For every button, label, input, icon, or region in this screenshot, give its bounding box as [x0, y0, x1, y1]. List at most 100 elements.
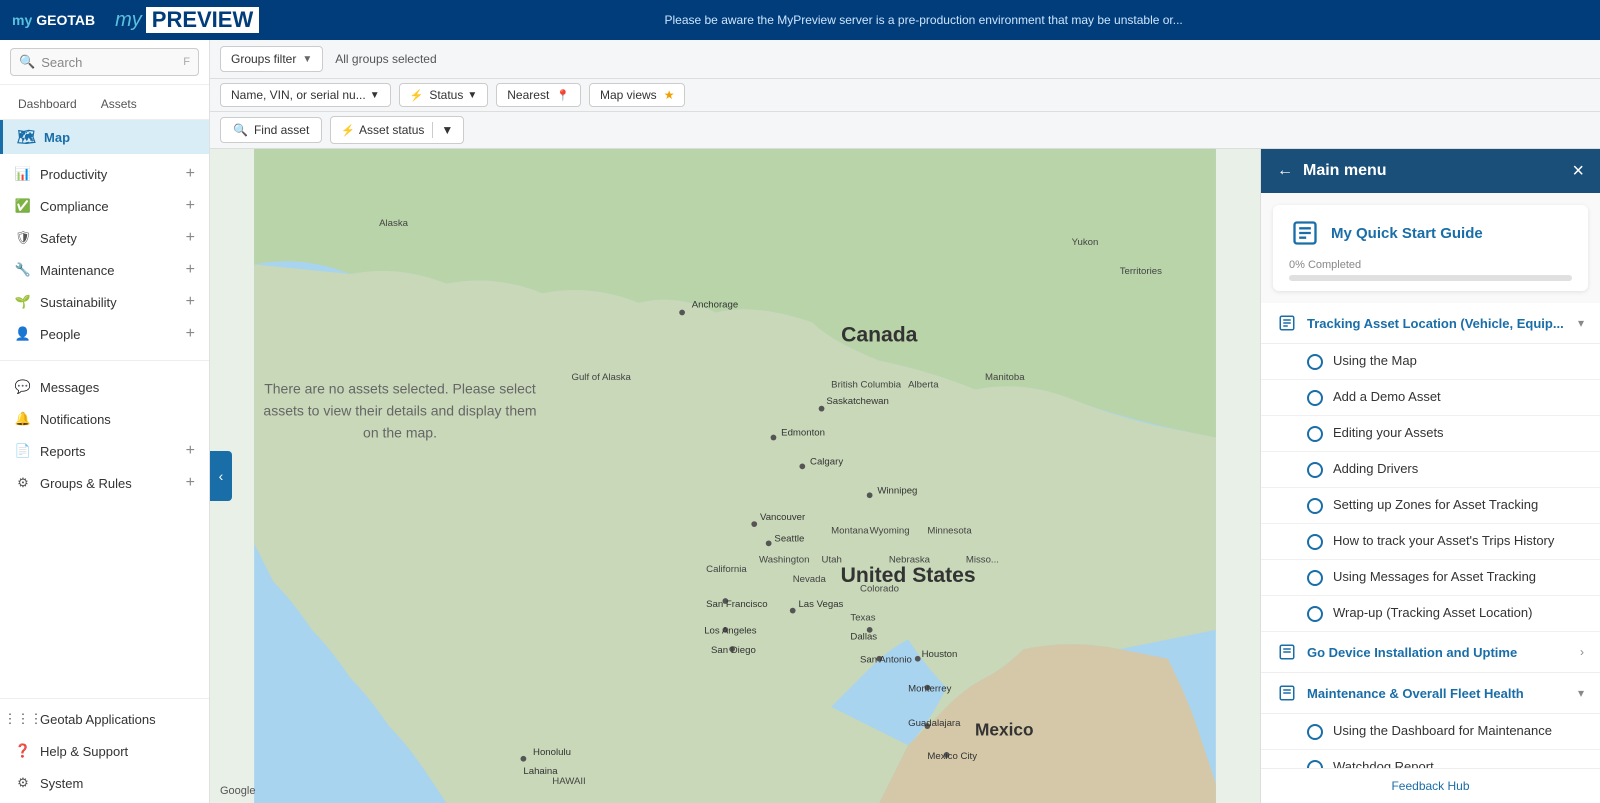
panel-back-button[interactable]: ← [1277, 162, 1293, 180]
sub-item-dashboard-maint[interactable]: Using the Dashboard for Maintenance [1261, 714, 1600, 750]
sub-item-watchdog[interactable]: Watchdog Report The watchdog report help… [1261, 750, 1600, 768]
status-caret: ▼ [467, 90, 477, 101]
sidebar-maintenance-label: Maintenance [40, 263, 178, 278]
sub-item-editing-assets[interactable]: Editing your Assets [1261, 416, 1600, 452]
feedback-hub[interactable]: Feedback Hub [1261, 768, 1600, 803]
sidebar-item-geotab-apps[interactable]: ⋮⋮⋮ Geotab Applications [0, 703, 209, 735]
map-toggle-button[interactable]: ‹ [210, 451, 232, 501]
sidebar-item-notifications[interactable]: 🔔 Notifications [0, 403, 209, 435]
sidebar-item-safety[interactable]: 🛡 Safety + [0, 222, 209, 254]
find-asset-label: Find asset [254, 123, 309, 137]
sub-item-trips-label: How to track your Asset's Trips History [1333, 533, 1554, 548]
help-icon: ❓ [14, 743, 32, 759]
sub-item-using-map[interactable]: Using the Map [1261, 344, 1600, 380]
sub-item-zones[interactable]: Setting up Zones for Asset Tracking [1261, 488, 1600, 524]
sub-item-messages-tracking[interactable]: Using Messages for Asset Tracking [1261, 560, 1600, 596]
sub-item-zones-label: Setting up Zones for Asset Tracking [1333, 497, 1538, 512]
svg-text:San Francisco: San Francisco [706, 599, 767, 610]
nearest-icon: 📍 [556, 89, 570, 102]
tab-dashboard[interactable]: Dashboard [8, 91, 87, 119]
maintenance-plus[interactable]: + [186, 262, 195, 278]
map-no-assets-message: There are no assets selected. Please sel… [260, 377, 540, 444]
sub-item-circle-m1 [1307, 724, 1323, 740]
sidebar-item-system[interactable]: ⚙ System [0, 767, 209, 799]
people-plus[interactable]: + [186, 326, 195, 342]
sub-item-add-demo[interactable]: Add a Demo Asset [1261, 380, 1600, 416]
svg-text:Winnipeg: Winnipeg [877, 485, 917, 496]
tracking-chevron: ▾ [1578, 316, 1584, 330]
sub-item-adding-drivers[interactable]: Adding Drivers [1261, 452, 1600, 488]
svg-text:Edmonton: Edmonton [781, 428, 825, 439]
svg-text:Manitoba: Manitoba [985, 372, 1025, 383]
sidebar-groups-label: Groups & Rules [40, 476, 178, 491]
right-panel: ← Main menu × [1260, 149, 1600, 803]
svg-text:Calgary: Calgary [810, 456, 843, 467]
svg-text:Nevada: Nevada [793, 574, 827, 585]
sub-item-using-map-label: Using the Map [1333, 353, 1417, 368]
svg-text:Colorado: Colorado [860, 583, 899, 594]
nearest-filter-button[interactable]: Nearest 📍 [496, 83, 581, 107]
sidebar-item-messages[interactable]: 💬 Messages [0, 371, 209, 403]
sustainability-plus[interactable]: + [186, 294, 195, 310]
sidebar-item-groups-rules[interactable]: ⚙ Groups & Rules + [0, 467, 209, 499]
reports-plus[interactable]: + [186, 443, 195, 459]
panel-header-left: ← Main menu [1277, 162, 1387, 180]
qs-card-header: My Quick Start Guide [1273, 205, 1588, 255]
sidebar-compliance-label: Compliance [40, 199, 178, 214]
svg-text:Canada: Canada [841, 323, 918, 346]
search-input[interactable]: 🔍 Search F [10, 48, 199, 76]
content-area: Groups filter ▼ All groups selected Name… [210, 40, 1600, 803]
groups-filter-label: Groups filter [231, 52, 296, 66]
groups-filter-button[interactable]: Groups filter ▼ [220, 46, 323, 72]
section-header-maint-left: Maintenance & Overall Fleet Health [1277, 683, 1524, 703]
sub-item-dashboard-maint-label: Using the Dashboard for Maintenance [1333, 723, 1552, 738]
sidebar-item-map[interactable]: 🗺 Map [0, 120, 209, 154]
sidebar-item-productivity[interactable]: 📊 Productivity + [0, 158, 209, 190]
name-vin-filter-button[interactable]: Name, VIN, or serial nu... ▼ [220, 83, 391, 107]
safety-plus[interactable]: + [186, 230, 195, 246]
productivity-plus[interactable]: + [186, 166, 195, 182]
sub-item-wrapup[interactable]: Wrap-up (Tracking Asset Location) [1261, 596, 1600, 632]
device-chevron: › [1580, 645, 1584, 659]
nearest-label: Nearest [507, 88, 549, 102]
groups-plus[interactable]: + [186, 475, 195, 491]
compliance-plus[interactable]: + [186, 198, 195, 214]
qs-progress-area: 0% Completed [1273, 255, 1588, 291]
section-header-maintenance[interactable]: Maintenance & Overall Fleet Health ▾ [1261, 673, 1600, 714]
sidebar-productivity-label: Productivity [40, 167, 178, 182]
preview-main-text: PREVIEW [146, 7, 259, 33]
svg-text:Minnesota: Minnesota [927, 526, 972, 537]
section-header-device[interactable]: Go Device Installation and Uptime › [1261, 632, 1600, 673]
sidebar-item-help-support[interactable]: ❓ Help & Support [0, 735, 209, 767]
section-maint-title: Maintenance & Overall Fleet Health [1307, 686, 1524, 701]
tab-assets[interactable]: Assets [91, 91, 147, 119]
svg-text:Misso...: Misso... [966, 555, 999, 566]
sidebar-item-reports[interactable]: 📄 Reports + [0, 435, 209, 467]
top-bar: myGEOTAB myPREVIEW Please be aware the M… [0, 0, 1600, 40]
sidebar-geotab-apps-label: Geotab Applications [40, 712, 195, 727]
sidebar-item-sustainability[interactable]: 🌱 Sustainability + [0, 286, 209, 318]
status-filter-button[interactable]: ⚡ Status ▼ [399, 83, 489, 107]
svg-text:Seattle: Seattle [774, 533, 804, 544]
svg-text:Los Angeles: Los Angeles [704, 626, 757, 637]
sub-item-editing-label: Editing your Assets [1333, 425, 1444, 440]
sidebar-item-compliance[interactable]: ✅ Compliance + [0, 190, 209, 222]
map-views-button[interactable]: Map views ★ [589, 83, 685, 107]
svg-text:Monterrey: Monterrey [908, 683, 951, 694]
map-container[interactable]: Canada United States Mexico Anchorage Gu… [210, 149, 1260, 803]
svg-text:San Antonio: San Antonio [860, 655, 912, 666]
panel-close-button[interactable]: × [1572, 161, 1584, 181]
safety-icon: 🛡 [14, 230, 32, 246]
svg-text:Mexico: Mexico [975, 720, 1034, 740]
sidebar-item-maintenance[interactable]: 🔧 Maintenance + [0, 254, 209, 286]
svg-text:Honolulu: Honolulu [533, 747, 571, 758]
svg-text:Washington: Washington [759, 555, 809, 566]
top-notice: Please be aware the MyPreview server is … [259, 13, 1588, 27]
asset-status-button[interactable]: ⚡ Asset status ▼ [330, 116, 464, 144]
section-header-tracking[interactable]: Tracking Asset Location (Vehicle, Equip.… [1261, 303, 1600, 344]
sub-item-watchdog-label: Watchdog Report [1333, 759, 1584, 768]
sidebar-item-people[interactable]: 👤 People + [0, 318, 209, 350]
map-toolbar-row2: Name, VIN, or serial nu... ▼ ⚡ Status ▼ … [210, 79, 1600, 112]
find-asset-button[interactable]: 🔍 Find asset [220, 117, 322, 143]
sub-item-trips[interactable]: How to track your Asset's Trips History [1261, 524, 1600, 560]
